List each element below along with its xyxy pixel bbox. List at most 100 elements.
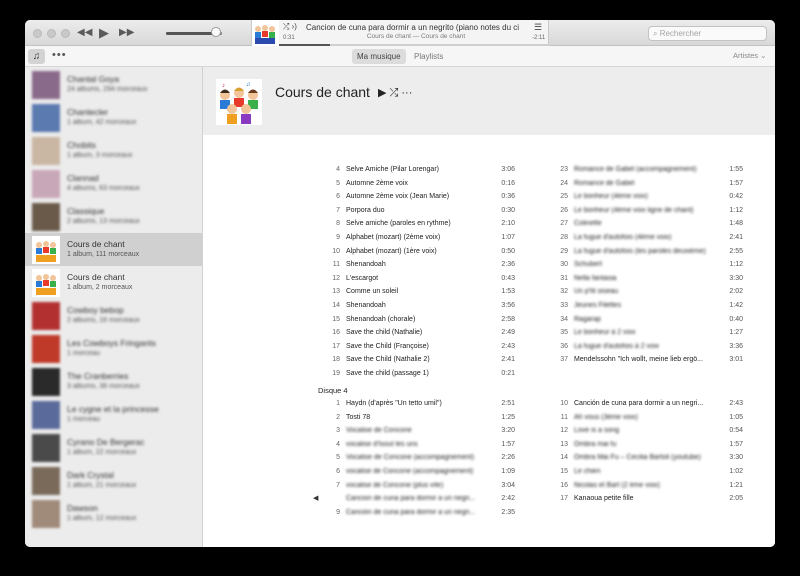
track-title: Le bonheur (4ème voix) [574,193,648,201]
sidebar-artist-item[interactable]: Clannad 4 albums, 63 morceaux [25,167,202,200]
track-row[interactable]: 13 Comme un soleil 1:53 [320,285,515,298]
track-row[interactable]: 1 Haydn (d'après "Un tetto umil") 2:51 [320,397,515,410]
track-title: Shenandoah (chorale) [346,315,416,323]
track-row[interactable]: 12 L'escargot 0:43 [320,272,515,285]
track-row[interactable]: 12 Love is a song 0:54 [548,424,743,437]
track-row[interactable]: 30 Schubert 1:12 [548,258,743,271]
sidebar-artist-item[interactable]: Le cygne et la princesse 1 morceau [25,398,202,431]
track-row[interactable]: 9 Canción de cuna para dormir a un negri.… [320,506,515,519]
track-duration: 3:20 [501,427,515,435]
album-play-shuffle-more-controls[interactable]: ▶ ⤮ ··· [378,86,412,100]
sidebar-artist-item[interactable]: Cours de chant 1 album, 111 morceaux [25,233,202,266]
tab-my-music[interactable]: Ma musique [352,49,406,64]
track-row[interactable]: 31 Nella fantasia 3:30 [548,272,743,285]
sort-by-menu[interactable]: Artistes ⌄ [733,51,766,60]
track-title: La fugue d'autofois à 2 voix [574,342,660,350]
sidebar-artist-item[interactable]: Chantal Goya 24 albums, 294 morceaux [25,68,202,101]
tab-playlists[interactable]: Playlists [409,49,448,64]
track-row[interactable]: 10 Canción de cuna para dormir a un negri… [548,397,743,410]
music-note-icon[interactable]: ♫ [28,49,45,64]
track-row[interactable]: 34 Ragarap 0:40 [548,313,743,326]
volume-knob[interactable] [211,27,222,37]
track-row[interactable]: 6 vocalise de Concone (accompagnement) 1:0… [320,465,515,478]
track-row[interactable]: 18 Save the Child (Nathalie 2) 2:41 [320,353,515,366]
track-row[interactable]: 36 La fugue d'autofois à 2 voix 3:36 [548,340,743,353]
track-row[interactable]: 10 Alphabet (mozart) (1ère voix) 0:50 [320,245,515,258]
track-row[interactable]: 24 Romance de Gabel 1:57 [548,177,743,190]
track-row[interactable]: 17 Save the Child (Françoise) 2:43 [320,340,515,353]
sidebar-artist-item[interactable]: Cyrano De Bergerac 1 album, 22 morceaux [25,431,202,464]
track-row[interactable]: 4 vocalise d'Isout les uns 1:57 [320,438,515,451]
play-icon[interactable]: ▶ [99,25,109,41]
track-title: Le bonheur (4ème voix ligne de chant) [574,206,694,214]
track-row[interactable]: 5 Automne 2ème voix 0:16 [320,177,515,190]
track-row[interactable]: 26 Le bonheur (4ème voix ligne de chant) 1… [548,204,743,217]
artist-thumbnail [32,401,60,429]
track-row[interactable]: 9 Alphabet (mozart) (2ème voix) 1:07 [320,231,515,244]
track-row[interactable]: 14 Shenandoah 3:56 [320,299,515,312]
track-row[interactable]: 15 Le chien 1:02 [548,465,743,478]
track-title: Save the Child (Nathalie 2) [346,356,430,364]
track-duration: 0:36 [501,193,515,201]
artist-thumbnail [32,236,60,264]
track-title: Colinette [574,220,602,228]
track-row[interactable]: 6 Automne 2ème voix (Jean Marie) 0:36 [320,190,515,203]
artist-name: Cours de chant [67,239,125,249]
track-duration: 1:02 [729,468,743,475]
track-row[interactable]: 5 Vocalise de Concone (accompagnement) 2:2… [320,451,515,464]
track-row[interactable]: 7 Porpora duo 0:30 [320,204,515,217]
track-title: Porpora duo [346,206,385,214]
track-row[interactable]: 13 Ombra mai fu 1:57 [548,438,743,451]
sidebar-artist-item[interactable]: Chobits 1 album, 3 morceaux [25,134,202,167]
track-row[interactable]: 27 Colinette 1:48 [548,217,743,230]
shuffle-icon[interactable]: ⤮ ›) [283,22,297,32]
track-row[interactable]: 35 Le bonheur à 2 voix 1:27 [548,326,743,339]
track-row[interactable]: 33 Jeunes Filettes 1:42 [548,299,743,312]
track-row[interactable]: 16 Save the child (Nathalie) 2:49 [320,326,515,339]
track-row[interactable]: Cancion de cuna para dormir a un negri..… [320,492,515,505]
previous-icon[interactable]: ◀◀ [77,27,92,38]
track-row[interactable]: 28 La fugue d'autofois (4ème voix) 2:41 [548,231,743,244]
search-input[interactable]: ⌕ Rechercher [648,26,767,41]
track-row[interactable]: 2 Tosti 78 1:25 [320,411,515,424]
track-row[interactable]: 11 Shenandoah 2:36 [320,258,515,271]
sidebar-artist-item[interactable]: Les Cowboys Fringants 1 morceau [25,332,202,365]
track-number: 12 [560,427,568,435]
up-next-list-icon[interactable]: ☰ [534,22,542,33]
minimize-window-button[interactable] [47,29,56,38]
track-number: 19 [332,370,340,377]
track-row[interactable]: 19 Save the child (passage 1) 0:21 [320,367,515,380]
sidebar-artist-item[interactable]: Classique 2 albums, 13 morceaux [25,200,202,233]
next-icon[interactable]: ▶▶ [119,27,134,38]
track-row[interactable]: 8 Selve amiche (paroles en rythme) 2:10 [320,217,515,230]
track-row[interactable]: 14 Ombra Mai Fu – Cecilia Bartoli (youtub… [548,451,743,464]
track-duration: 2:51 [501,400,515,407]
track-row[interactable]: 4 Selve Amiche (Pilar Lorengar) 3:06 [320,163,515,176]
track-row[interactable]: 23 Romance de Gabel (accompagnement) 1:55 [548,163,743,176]
sidebar-artist-item[interactable]: Cours de chant 1 album, 2 morceaux [25,266,202,299]
sidebar-artist-item[interactable]: Dawson 1 album, 12 morceaux [25,497,202,530]
track-duration: 2:43 [729,400,743,407]
sidebar-artist-item[interactable]: The Cranberries 3 albums, 38 morceaux [25,365,202,398]
sidebar-artist-item[interactable]: Dark Crystal 1 album, 21 morceaux [25,464,202,497]
track-row[interactable]: 37 Mendelssohn "Ich wollt, meine lieb erg… [548,353,743,366]
track-row[interactable]: 29 La fugue d'autofois (les paroles deuxi… [548,245,743,258]
track-row[interactable]: 32 Un p'tit oiseau 2:02 [548,285,743,298]
track-row[interactable]: 11 Ah vous (3ème voix) 1:05 [548,411,743,424]
track-row[interactable]: 17 Kanaoua petite fille 2:05 [548,492,743,505]
zoom-window-button[interactable] [61,29,70,38]
more-icon[interactable]: ••• [52,49,67,61]
track-row[interactable]: 7 vocalise de Concone (plus vite) 3:04 [320,479,515,492]
track-number: 25 [560,193,568,201]
sidebar-artist-item[interactable]: Chantecler 1 album, 42 morceaux [25,101,202,134]
track-row[interactable]: 3 Vocalise de Concone 3:20 [320,424,515,437]
track-row[interactable]: 15 Shenandoah (chorale) 2:58 [320,313,515,326]
track-row[interactable]: 16 Nicolas et Bart (2 ème voix) 1:21 [548,479,743,492]
close-window-button[interactable] [33,29,42,38]
track-row[interactable]: 25 Le bonheur (4ème voix) 0:42 [548,190,743,203]
track-duration: 3:36 [729,342,743,350]
artist-sidebar: Chantal Goya 24 albums, 294 morceaux Chant… [25,67,203,547]
track-number: 10 [560,400,568,407]
track-title: Save the child (passage 1) [346,370,429,377]
sidebar-artist-item[interactable]: Cowboy bebop 2 albums, 16 morceaux [25,299,202,332]
